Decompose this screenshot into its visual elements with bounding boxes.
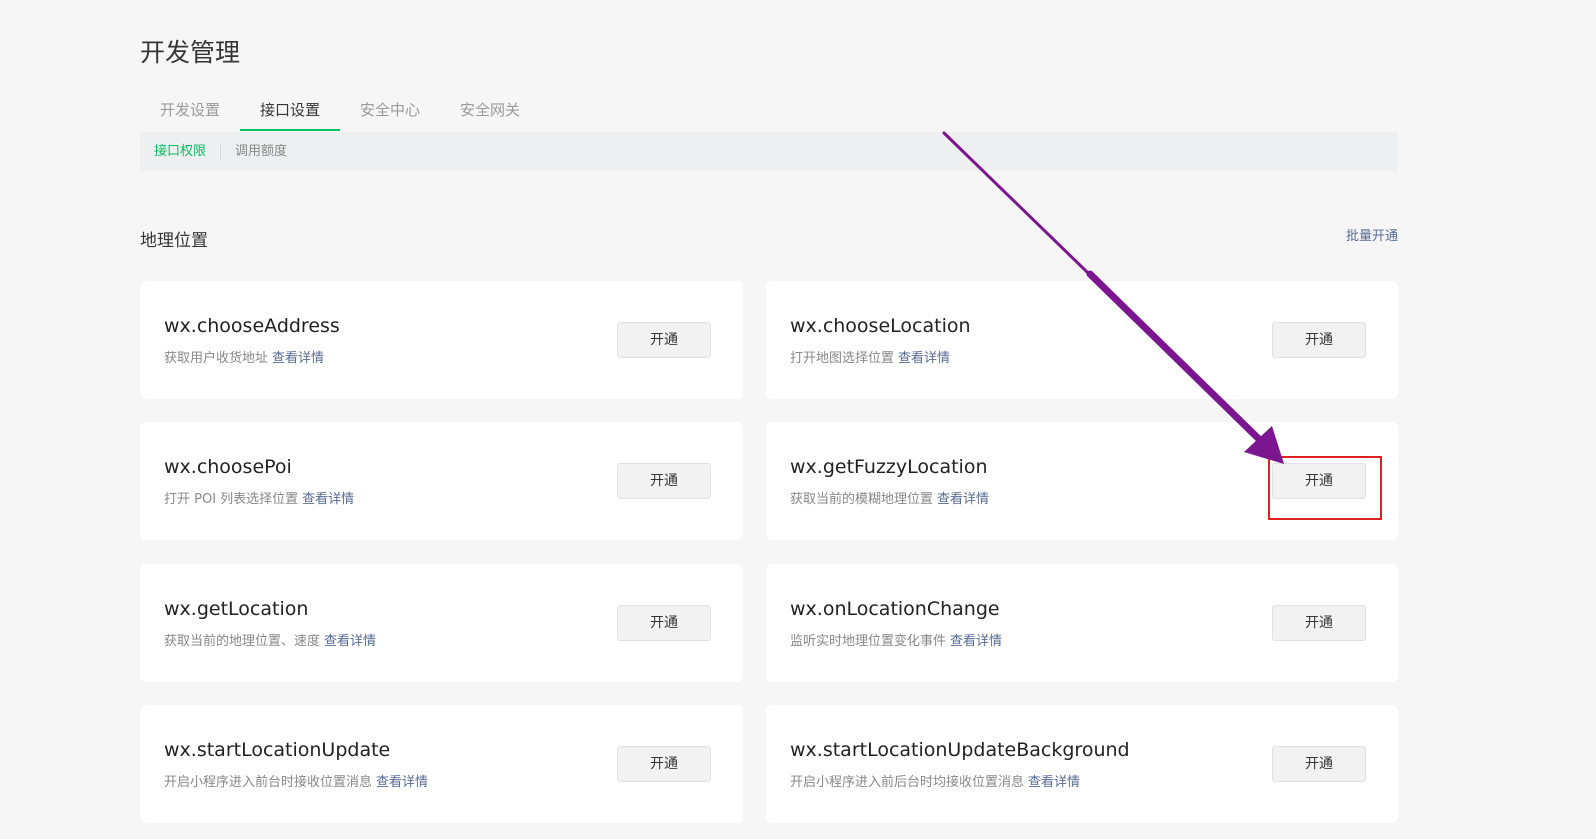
page-title: 开发管理 — [140, 38, 241, 67]
api-description: 监听实时地理位置变化事件 查看详情 — [790, 633, 1002, 651]
api-name: wx.getLocation — [164, 598, 309, 620]
view-details-link[interactable]: 查看详情 — [1028, 775, 1080, 790]
view-details-link[interactable]: 查看详情 — [324, 634, 376, 649]
tab-dev-settings[interactable]: 开发设置 — [140, 90, 240, 131]
api-name: wx.startLocationUpdateBackground — [790, 739, 1130, 761]
api-description-text: 开启小程序进入前台时接收位置消息 — [164, 775, 373, 790]
api-description: 打开地图选择位置 查看详情 — [790, 350, 950, 368]
enable-button[interactable]: 开通 — [617, 463, 711, 499]
enable-button[interactable]: 开通 — [617, 605, 711, 641]
enable-button[interactable]: 开通 — [617, 322, 711, 358]
enable-button[interactable]: 开通 — [617, 746, 711, 782]
view-details-link[interactable]: 查看详情 — [898, 351, 950, 366]
subtab-call-quota[interactable]: 调用额度 — [221, 144, 301, 160]
api-description-text: 获取用户收货地址 — [164, 351, 269, 366]
api-description-text: 打开 POI 列表选择位置 — [164, 492, 299, 507]
api-description-text: 监听实时地理位置变化事件 — [790, 634, 947, 649]
view-details-link[interactable]: 查看详情 — [950, 634, 1002, 649]
api-card-get-fuzzy-location: wx.getFuzzyLocation 获取当前的模糊地理位置 查看详情 开通 — [766, 422, 1398, 540]
view-details-link[interactable]: 查看详情 — [376, 775, 428, 790]
api-description: 获取当前的地理位置、速度 查看详情 — [164, 633, 376, 651]
enable-button[interactable]: 开通 — [1272, 322, 1366, 358]
api-card-on-location-change: wx.onLocationChange 监听实时地理位置变化事件 查看详情 开通 — [766, 564, 1398, 682]
api-name: wx.chooseLocation — [790, 315, 971, 337]
api-description-text: 获取当前的模糊地理位置 — [790, 492, 934, 507]
api-description: 获取当前的模糊地理位置 查看详情 — [790, 491, 989, 509]
view-details-link[interactable]: 查看详情 — [937, 492, 989, 507]
api-card-start-location-update-background: wx.startLocationUpdateBackground 开启小程序进入… — [766, 705, 1398, 823]
api-card-start-location-update: wx.startLocationUpdate 开启小程序进入前台时接收位置消息查… — [140, 705, 743, 823]
api-name: wx.choosePoi — [164, 456, 292, 478]
api-name: wx.startLocationUpdate — [164, 739, 391, 761]
api-card-get-location: wx.getLocation 获取当前的地理位置、速度 查看详情 开通 — [140, 564, 743, 682]
api-card-choose-poi: wx.choosePoi 打开 POI 列表选择位置 查看详情 开通 — [140, 422, 743, 540]
api-card-choose-address: wx.chooseAddress 获取用户收货地址 查看详情 开通 — [140, 281, 743, 399]
api-description: 开启小程序进入前后台时均接收位置消息 查看详情 — [790, 774, 1080, 792]
tab-api-settings[interactable]: 接口设置 — [240, 90, 341, 131]
api-card-choose-location: wx.chooseLocation 打开地图选择位置 查看详情 开通 — [766, 281, 1398, 399]
api-name: wx.onLocationChange — [790, 598, 1000, 620]
main-tabs: 开发设置 接口设置 安全中心 安全网关 — [140, 90, 1398, 133]
api-description-text: 获取当前的地理位置、速度 — [164, 634, 321, 649]
api-name: wx.chooseAddress — [164, 315, 340, 337]
api-description: 获取用户收货地址 查看详情 — [164, 350, 324, 368]
api-description-text: 打开地图选择位置 — [790, 351, 895, 366]
subtab-api-permissions[interactable]: 接口权限 — [140, 144, 220, 160]
api-description-text: 开启小程序进入前后台时均接收位置消息 — [790, 775, 1025, 790]
api-name: wx.getFuzzyLocation — [790, 456, 988, 478]
api-description: 打开 POI 列表选择位置 查看详情 — [164, 491, 354, 509]
api-description: 开启小程序进入前台时接收位置消息 查看详情 — [164, 774, 428, 792]
batch-enable-link[interactable]: 批量开通 — [1346, 228, 1398, 246]
enable-button[interactable]: 开通 — [1272, 463, 1366, 499]
view-details-link[interactable]: 查看详情 — [272, 351, 324, 366]
tab-security-center[interactable]: 安全中心 — [340, 90, 440, 131]
enable-button[interactable]: 开通 — [1272, 746, 1366, 782]
section-title: 地理位置 — [140, 231, 208, 251]
tab-security-gateway[interactable]: 安全网关 — [440, 90, 540, 131]
enable-button[interactable]: 开通 — [1272, 605, 1366, 641]
view-details-link[interactable]: 查看详情 — [302, 492, 354, 507]
sub-tabs-bar: 接口权限 调用额度 — [140, 132, 1398, 171]
